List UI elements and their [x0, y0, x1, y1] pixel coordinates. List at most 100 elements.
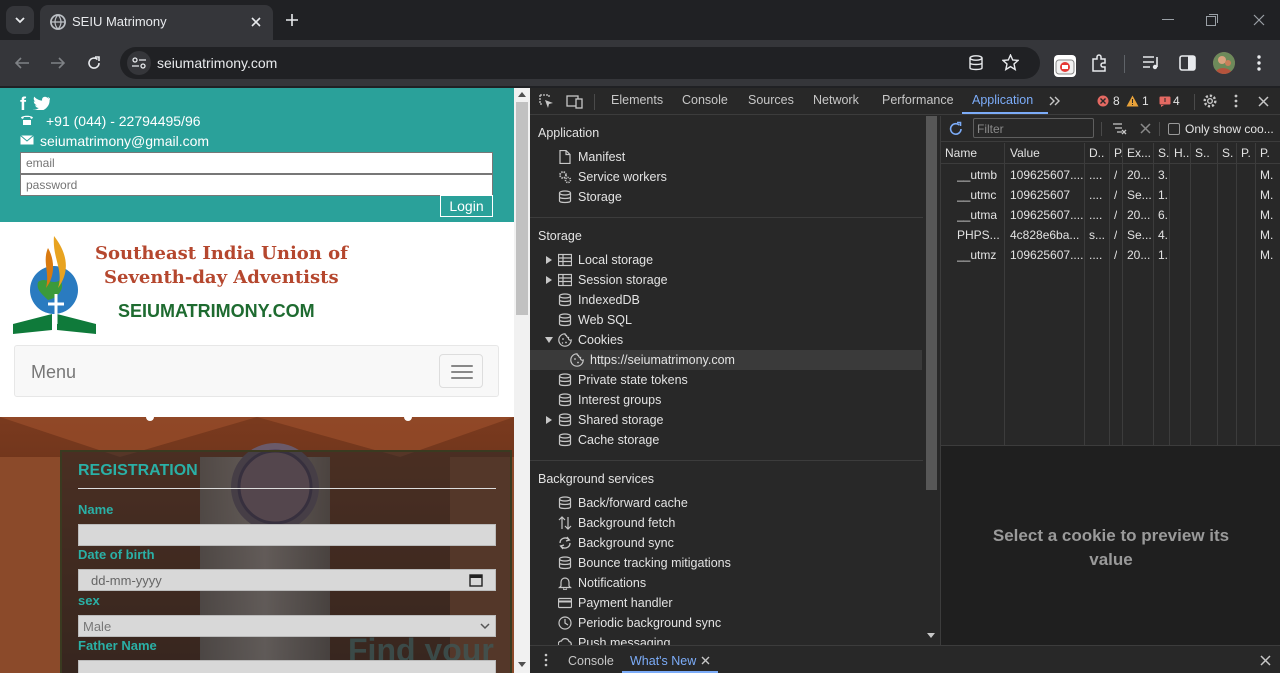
- table-row[interactable]: PHPS... 4c828e6ba... s... / Se... 4. M.: [941, 225, 1280, 245]
- hamburger-menu-button[interactable]: [439, 354, 483, 388]
- sidebar-scrollbar-thumb[interactable]: [926, 116, 937, 490]
- col-size[interactable]: S.: [1158, 146, 1169, 160]
- close-devtools-icon[interactable]: [1258, 96, 1269, 107]
- sidebar-item-background-sync[interactable]: Background sync: [530, 533, 922, 553]
- devtools-menu-icon[interactable]: [1233, 94, 1239, 109]
- name-input[interactable]: [78, 524, 496, 546]
- table-row[interactable]: __utma 109625607........ / 20... 6. M.: [941, 205, 1280, 225]
- sidebar-item-interest-groups[interactable]: Interest groups: [530, 390, 922, 410]
- minimize-button[interactable]: [1154, 6, 1182, 34]
- sidebar-item-indexeddb[interactable]: IndexedDB: [530, 290, 922, 310]
- back-arrow-icon[interactable]: [8, 49, 36, 77]
- new-tab-button[interactable]: [278, 6, 306, 34]
- scroll-down-icon[interactable]: [518, 662, 526, 668]
- star-icon[interactable]: [1002, 54, 1019, 71]
- sidebar-item-background-fetch[interactable]: Background fetch: [530, 513, 922, 533]
- site-info-icon[interactable]: [127, 51, 151, 75]
- sidebar-item-bounce-tracking[interactable]: Bounce tracking mitigations: [530, 553, 922, 573]
- sidebar-item-cache-storage[interactable]: Cache storage: [530, 430, 922, 450]
- login-button[interactable]: Login: [440, 195, 493, 217]
- site-logo[interactable]: Southeast India Union of Seventh-day Adv…: [8, 228, 348, 340]
- only-show-checkbox[interactable]: [1168, 123, 1180, 135]
- scrollbar-thumb[interactable]: [516, 102, 528, 315]
- sidebar-item-service-workers[interactable]: Service workers: [530, 167, 922, 187]
- menu-label[interactable]: Menu: [31, 362, 76, 383]
- dob-input[interactable]: dd-mm-yyyy: [78, 569, 496, 591]
- col-partition[interactable]: P.: [1241, 146, 1251, 160]
- sidebar-item-push-messaging[interactable]: Push messaging: [530, 633, 922, 645]
- issues-icon[interactable]: [1159, 96, 1171, 107]
- url-text[interactable]: seiumatrimony.com: [157, 55, 277, 71]
- email-field[interactable]: [20, 152, 493, 174]
- col-samesite[interactable]: S.: [1222, 146, 1233, 160]
- col-httponly[interactable]: H..: [1174, 146, 1189, 160]
- warning-icon[interactable]: [1126, 95, 1139, 107]
- media-queue-icon[interactable]: [1142, 54, 1160, 72]
- sidebar-item-storage[interactable]: Storage: [530, 187, 922, 207]
- delete-all-icon[interactable]: [1140, 123, 1151, 134]
- extensions-puzzle-icon[interactable]: [1090, 54, 1108, 72]
- extension-record-icon[interactable]: [1054, 55, 1076, 77]
- page-scrollbar[interactable]: [514, 88, 530, 673]
- error-count[interactable]: 8: [1113, 94, 1120, 108]
- scroll-up-icon[interactable]: [518, 92, 526, 98]
- filter-input[interactable]: Filter: [973, 118, 1094, 138]
- drawer-tab-console[interactable]: Console: [568, 654, 614, 668]
- drawer-tab-whats-new[interactable]: What's New: [630, 654, 696, 668]
- sidebar-item-session-storage[interactable]: Session storage: [530, 270, 922, 290]
- col-value[interactable]: Value: [1010, 146, 1040, 160]
- tab-application[interactable]: Application: [972, 93, 1033, 107]
- calendar-icon[interactable]: [469, 573, 483, 587]
- sidebar-item-periodic-sync[interactable]: Periodic background sync: [530, 613, 922, 633]
- sidebar-item-cookies[interactable]: Cookies: [530, 330, 922, 350]
- sidebar-scrollbar[interactable]: [923, 116, 940, 645]
- collapse-arrow-icon[interactable]: [545, 337, 553, 343]
- device-toolbar-icon[interactable]: [566, 94, 583, 109]
- tab-performance[interactable]: Performance: [882, 93, 954, 107]
- sidebar-item-payment-handler[interactable]: Payment handler: [530, 593, 922, 613]
- warning-count[interactable]: 1: [1142, 94, 1149, 108]
- clear-filtered-icon[interactable]: [1112, 122, 1127, 136]
- expand-arrow-icon[interactable]: [546, 276, 552, 284]
- father-name-input[interactable]: [78, 660, 496, 673]
- refresh-icon[interactable]: [948, 121, 964, 137]
- error-icon[interactable]: [1097, 95, 1109, 107]
- expand-arrow-icon[interactable]: [546, 256, 552, 264]
- sidebar-item-manifest[interactable]: Manifest: [530, 147, 922, 167]
- inspect-element-icon[interactable]: [539, 94, 554, 109]
- browser-tab[interactable]: SEIU Matrimony: [40, 5, 273, 40]
- only-show-label[interactable]: Only show coo...: [1185, 122, 1274, 136]
- col-secure[interactable]: S..: [1195, 146, 1210, 160]
- kebab-menu-icon[interactable]: [1252, 54, 1266, 72]
- twitter-icon[interactable]: [32, 96, 50, 110]
- col-expires[interactable]: Ex...: [1127, 146, 1151, 160]
- close-tab-icon[interactable]: [246, 12, 266, 32]
- sidebar-item-local-storage[interactable]: Local storage: [530, 250, 922, 270]
- table-row[interactable]: __utmc 109625607.... / Se... 1. M.: [941, 185, 1280, 205]
- more-tabs-icon[interactable]: [1049, 96, 1061, 106]
- drawer-menu-icon[interactable]: [543, 653, 549, 667]
- expand-arrow-icon[interactable]: [546, 416, 552, 424]
- forward-arrow-icon[interactable]: [44, 49, 72, 77]
- tab-elements[interactable]: Elements: [611, 93, 663, 107]
- close-window-button[interactable]: [1245, 6, 1273, 34]
- sidebar-item-notifications[interactable]: Notifications: [530, 573, 922, 593]
- sidebar-item-shared-storage[interactable]: Shared storage: [530, 410, 922, 430]
- col-name[interactable]: Name: [945, 146, 977, 160]
- database-icon[interactable]: [968, 55, 984, 71]
- gear-icon[interactable]: [1202, 93, 1218, 109]
- sidebar-item-private-state-tokens[interactable]: Private state tokens: [530, 370, 922, 390]
- table-row[interactable]: __utmz 109625607........ / 20... 1. M.: [941, 245, 1280, 265]
- col-domain[interactable]: D..: [1089, 146, 1104, 160]
- avatar[interactable]: [1213, 52, 1235, 74]
- sidebar-item-back-forward-cache[interactable]: Back/forward cache: [530, 493, 922, 513]
- omnibox[interactable]: seiumatrimony.com: [120, 47, 1040, 79]
- scroll-down-icon[interactable]: [927, 633, 935, 639]
- facebook-icon[interactable]: f: [20, 94, 26, 115]
- close-drawer-tab-icon[interactable]: [701, 656, 710, 665]
- side-panel-icon[interactable]: [1179, 55, 1196, 71]
- maximize-button[interactable]: [1198, 6, 1226, 34]
- password-field[interactable]: [20, 174, 493, 196]
- tab-network[interactable]: Network: [813, 93, 859, 107]
- tab-console[interactable]: Console: [682, 93, 728, 107]
